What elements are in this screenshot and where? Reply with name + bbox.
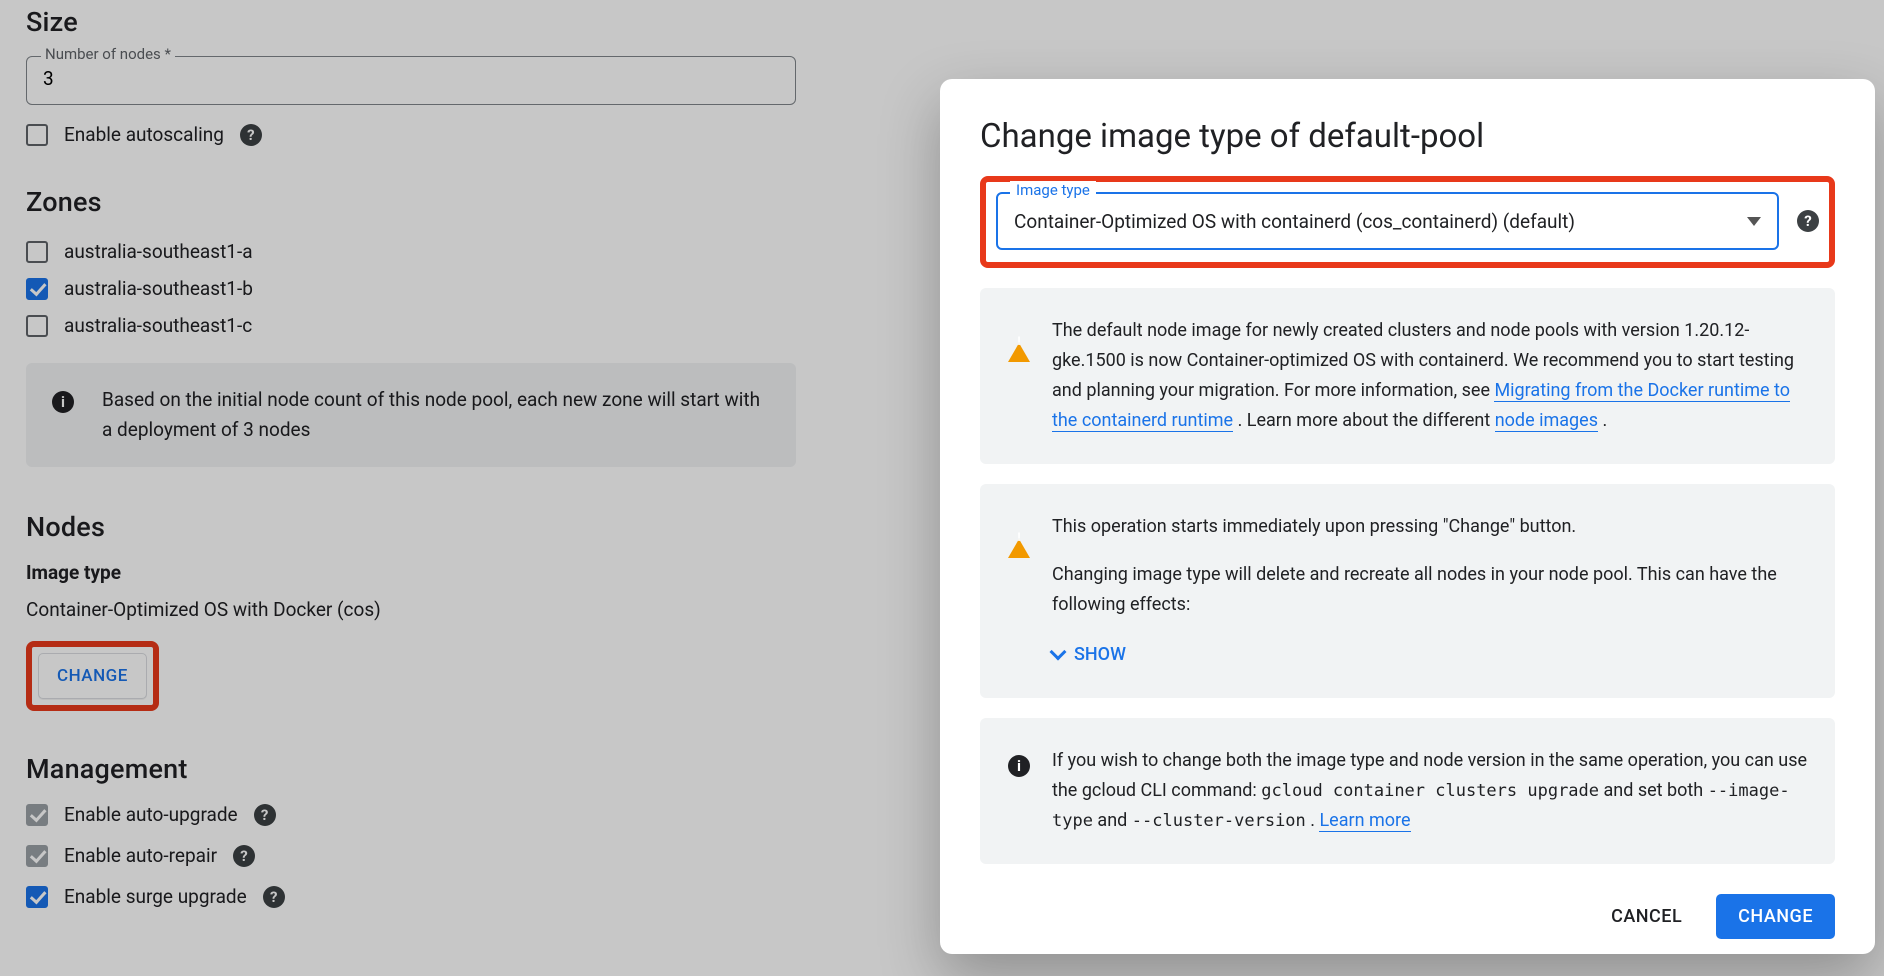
- info-icon: i: [1008, 755, 1030, 777]
- warn1-text-c: .: [1602, 410, 1607, 431]
- change-image-type-dialog: Change image type of default-pool Image …: [940, 79, 1875, 954]
- warn2-line1: This operation starts immediately upon p…: [1052, 512, 1815, 542]
- recreate-warning: This operation starts immediately upon p…: [980, 484, 1835, 698]
- info-b: and set both: [1604, 780, 1708, 801]
- image-type-select[interactable]: Image type Container-Optimized OS with c…: [996, 192, 1779, 250]
- image-type-select-label: Image type: [1010, 181, 1096, 199]
- image-type-select-highlight: Image type Container-Optimized OS with c…: [980, 176, 1835, 268]
- show-effects-toggle[interactable]: SHOW: [1052, 640, 1815, 670]
- change-button[interactable]: CHANGE: [1716, 894, 1835, 939]
- dialog-title: Change image type of default-pool: [980, 117, 1835, 156]
- chevron-down-icon: [1747, 217, 1761, 226]
- show-label: SHOW: [1074, 640, 1126, 670]
- info-c: and: [1097, 810, 1131, 831]
- cancel-button[interactable]: CANCEL: [1595, 894, 1698, 939]
- warn1-text-b: . Learn more about the different: [1238, 410, 1495, 431]
- image-type-select-value: Container-Optimized OS with containerd (…: [1014, 210, 1747, 233]
- warning-icon: [1008, 514, 1030, 544]
- gcloud-info: i If you wish to change both the image t…: [980, 718, 1835, 864]
- node-images-link[interactable]: node images: [1495, 410, 1598, 432]
- learn-more-link[interactable]: Learn more: [1319, 810, 1410, 832]
- help-icon[interactable]: ?: [1797, 210, 1819, 232]
- migration-warning: The default node image for newly created…: [980, 288, 1835, 464]
- chevron-down-icon: [1050, 644, 1067, 661]
- warning-icon: [1008, 318, 1030, 348]
- code-upgrade: gcloud container clusters upgrade: [1261, 781, 1599, 801]
- code-cluster-version: --cluster-version: [1132, 811, 1306, 831]
- warn2-line2: Changing image type will delete and recr…: [1052, 560, 1815, 620]
